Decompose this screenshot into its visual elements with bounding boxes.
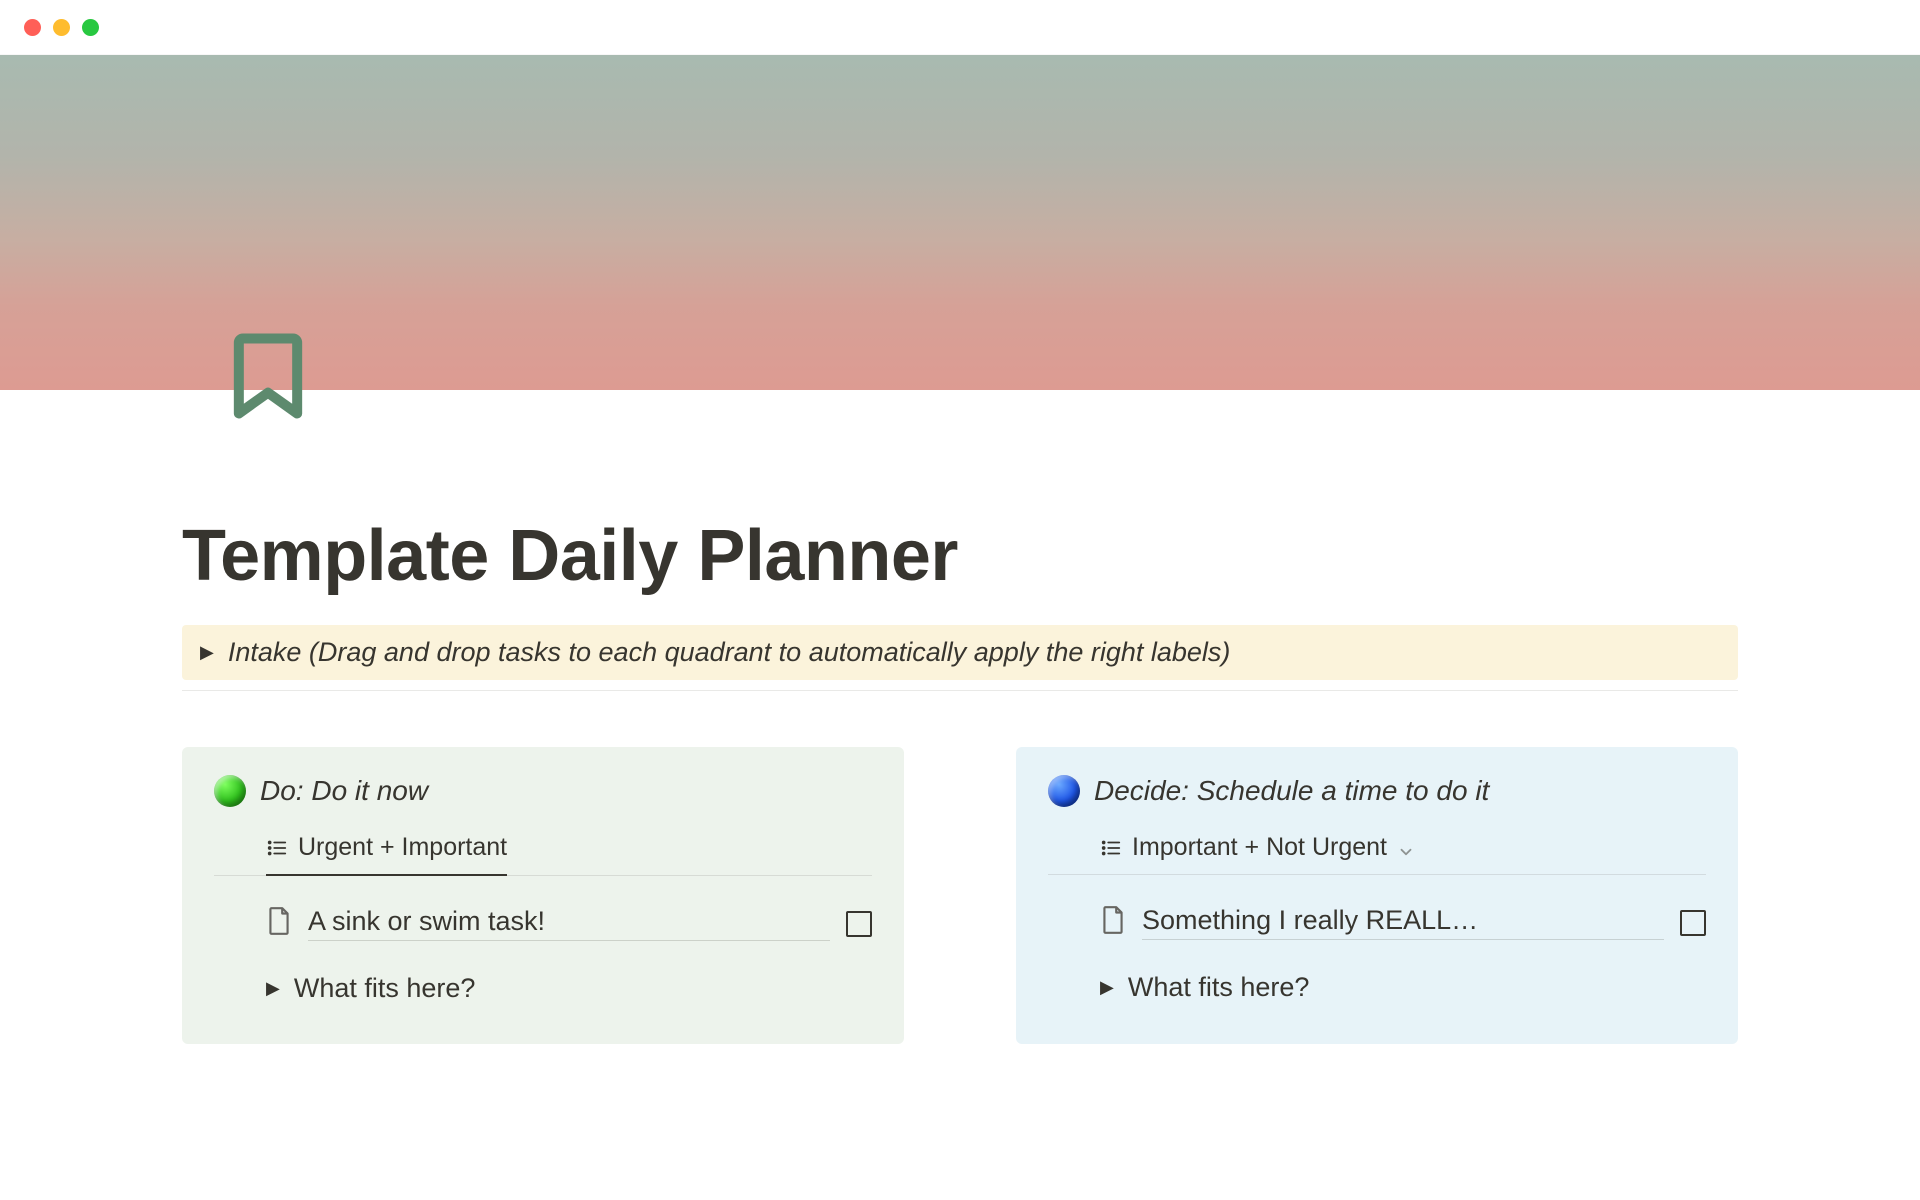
view-tab-label: Urgent + Important xyxy=(298,833,507,862)
quadrant-grid: Do: Do it now Urgent + Important xyxy=(182,747,1738,1044)
what-fits-toggle[interactable]: ▶ What fits here? xyxy=(1048,940,1706,1003)
quadrant-header: Do: Do it now xyxy=(214,775,872,807)
page-title[interactable]: Template Daily Planner xyxy=(182,515,1738,597)
bookmark-icon xyxy=(218,326,318,426)
view-tab-label: Important + Not Urgent xyxy=(1132,833,1387,862)
chevron-down-icon[interactable] xyxy=(1397,839,1415,857)
view-tab-important-not-urgent[interactable]: Important + Not Urgent xyxy=(1100,833,1415,874)
list-icon xyxy=(266,837,288,859)
view-tab-urgent-important[interactable]: Urgent + Important xyxy=(266,833,507,876)
toggle-triangle-icon: ▶ xyxy=(266,978,280,999)
quadrant-do: Do: Do it now Urgent + Important xyxy=(182,747,904,1044)
task-title[interactable]: A sink or swim task! xyxy=(308,906,830,941)
task-title[interactable]: Something I really REALL… xyxy=(1142,905,1664,940)
quadrant-title[interactable]: Do: Do it now xyxy=(260,775,428,807)
page-icon-bookmark[interactable] xyxy=(218,326,318,426)
task-checkbox[interactable] xyxy=(1680,910,1706,936)
green-circle-icon xyxy=(214,775,246,807)
task-checkbox[interactable] xyxy=(846,911,872,937)
page-content: Template Daily Planner ▶ Intake (Drag an… xyxy=(0,390,1920,1044)
blue-circle-icon xyxy=(1048,775,1080,807)
minimize-icon[interactable] xyxy=(53,19,70,36)
close-icon[interactable] xyxy=(24,19,41,36)
divider xyxy=(182,690,1738,691)
page-icon xyxy=(266,906,292,941)
toggle-label: What fits here? xyxy=(1128,972,1310,1003)
list-icon xyxy=(1100,837,1122,859)
window-titlebar xyxy=(0,0,1920,55)
page-icon xyxy=(1100,905,1126,940)
toggle-label: What fits here? xyxy=(294,973,476,1004)
view-tabs: Urgent + Important xyxy=(214,833,872,876)
maximize-icon[interactable] xyxy=(82,19,99,36)
view-tabs: Important + Not Urgent xyxy=(1048,833,1706,875)
toggle-triangle-icon[interactable]: ▶ xyxy=(200,642,214,663)
callout-text: Intake (Drag and drop tasks to each quad… xyxy=(228,637,1231,668)
intake-callout[interactable]: ▶ Intake (Drag and drop tasks to each qu… xyxy=(182,625,1738,680)
app-window: Template Daily Planner ▶ Intake (Drag an… xyxy=(0,0,1920,1200)
task-row[interactable]: A sink or swim task! xyxy=(214,876,872,941)
what-fits-toggle[interactable]: ▶ What fits here? xyxy=(214,941,872,1004)
toggle-triangle-icon: ▶ xyxy=(1100,977,1114,998)
quadrant-header: Decide: Schedule a time to do it xyxy=(1048,775,1706,807)
quadrant-title[interactable]: Decide: Schedule a time to do it xyxy=(1094,775,1489,807)
quadrant-decide: Decide: Schedule a time to do it Importa… xyxy=(1016,747,1738,1044)
task-row[interactable]: Something I really REALL… xyxy=(1048,875,1706,940)
